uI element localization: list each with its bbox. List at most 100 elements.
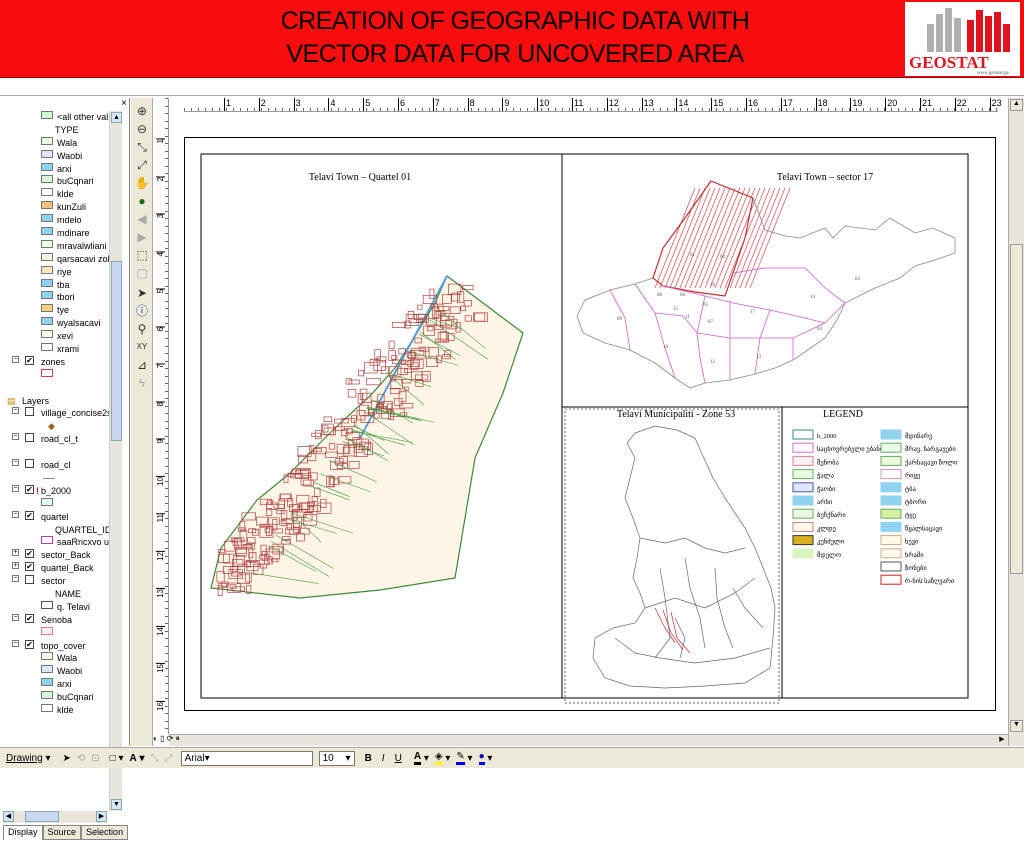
hscroll-thumb[interactable] xyxy=(25,811,59,822)
pan-hand-icon[interactable]: ✋ xyxy=(134,175,150,191)
expand-toggle[interactable]: − xyxy=(12,639,19,647)
expand-toggle[interactable]: − xyxy=(12,575,19,583)
layer-name[interactable]: quartel xyxy=(41,511,69,524)
new-text-tool[interactable]: A ▾ xyxy=(130,753,145,764)
layer-checkbox[interactable] xyxy=(25,575,34,585)
map-layout-canvas[interactable]: Telavi Town – Quartel 01 Telavi Town – s… xyxy=(185,138,997,712)
toc-layer-row[interactable]: − ✔! b_2000 xyxy=(3,484,109,498)
toc-layer-row[interactable]: − village_concise2s xyxy=(3,407,109,420)
rectangle-tool-icon[interactable]: □ ▾ xyxy=(110,753,124,764)
toc-layer-row[interactable]: − ✔ quartel xyxy=(3,510,109,524)
scroll-left-icon[interactable]: ◀ xyxy=(3,811,14,822)
fixed-zoom-in-icon[interactable]: ⤡ xyxy=(134,139,150,155)
expand-toggle[interactable]: − xyxy=(12,407,19,415)
toc-horizontal-scrollbar[interactable]: ◀ ▶ xyxy=(3,811,107,823)
layer-checkbox[interactable]: ✔ xyxy=(25,510,34,520)
layer-name[interactable]: road_cl xyxy=(41,459,71,472)
tab-source[interactable]: Source xyxy=(42,825,82,840)
pause-icon[interactable]: ⏸ xyxy=(176,734,180,743)
expand-toggle[interactable]: − xyxy=(12,510,19,518)
layer-checkbox[interactable] xyxy=(25,433,34,443)
scroll-thumb[interactable] xyxy=(111,261,122,441)
measure-icon[interactable]: ⊿ xyxy=(134,357,150,373)
bold-button[interactable]: B xyxy=(365,753,372,764)
layout-horizontal-scrollbar[interactable]: ▶ xyxy=(169,734,1008,746)
select-features-icon[interactable]: ⬚ xyxy=(134,247,150,263)
hyperlink-lightning-icon[interactable]: ϟ xyxy=(134,375,150,391)
expand-toggle[interactable]: − xyxy=(12,433,19,441)
toc-layer-row[interactable]: − road_cl_t xyxy=(3,433,109,446)
drawing-menu[interactable]: Drawing ▾ xyxy=(6,753,51,764)
full-extent-globe-icon[interactable]: ● xyxy=(134,193,150,209)
layout-page[interactable]: Telavi Town – Quartel 01 Telavi Town – s… xyxy=(184,137,996,711)
toc-layer-row[interactable]: − road_cl xyxy=(3,459,109,472)
zoom-whole-page-icon[interactable]: ⊡ xyxy=(91,753,99,764)
fixed-zoom-out-icon[interactable]: ⤢ xyxy=(134,157,150,173)
layout-vscroll-thumb[interactable] xyxy=(1010,244,1023,574)
italic-button[interactable]: I xyxy=(382,753,385,764)
zoom-out-icon[interactable]: ⊖ xyxy=(134,121,150,137)
clear-selection-icon[interactable]: ▢ xyxy=(134,265,150,281)
toc-layer-row[interactable]: + ✔ sector_Back xyxy=(3,549,109,562)
tab-display[interactable]: Display xyxy=(3,825,43,840)
find-binoculars-icon[interactable]: ⚲ xyxy=(134,321,150,337)
layer-name[interactable]: sector xyxy=(41,575,66,588)
scroll-right-icon[interactable]: ▶ xyxy=(96,811,107,822)
font-size-select[interactable]: 10 ▾ xyxy=(318,750,355,766)
expand-toggle[interactable]: − xyxy=(12,613,19,621)
layout-view-icon[interactable]: ▯ xyxy=(160,734,164,743)
toc-layer-row[interactable]: + ✔ quartel_Back xyxy=(3,562,109,575)
marker-color-icon[interactable]: ● ▾ xyxy=(478,751,492,765)
scroll-right-icon[interactable]: ▶ xyxy=(997,735,1007,746)
select-elements-icon[interactable]: ➤ xyxy=(63,753,71,764)
forward-arrow-icon[interactable]: ▶ xyxy=(134,229,150,245)
fill-color-icon[interactable]: ◈ ▾ xyxy=(434,751,450,765)
layout-view[interactable]: Telavi Town – Quartel 01 Telavi Town – s… xyxy=(169,112,1008,734)
layer-checkbox[interactable] xyxy=(25,407,34,417)
toc-layer-row[interactable]: − ✔ topo_cover xyxy=(3,639,109,653)
expand-toggle[interactable]: + xyxy=(12,549,19,557)
callout-icon[interactable]: ⤡ xyxy=(151,753,159,764)
layer-name[interactable]: road_cl_t xyxy=(41,433,78,446)
layer-checkbox[interactable]: ✔ xyxy=(25,549,34,559)
layer-checkbox[interactable]: ✔ xyxy=(25,484,34,494)
layer-name[interactable]: village_concise2s xyxy=(41,407,109,420)
zoom-in-icon[interactable]: ⊕ xyxy=(134,103,150,119)
layer-checkbox[interactable]: ✔ xyxy=(25,355,34,365)
layer-name[interactable]: zones xyxy=(41,356,65,369)
scroll-up-icon[interactable]: ▲ xyxy=(1010,99,1023,111)
layer-checkbox[interactable]: ✔ xyxy=(25,639,34,649)
layer-name[interactable]: b_2000 xyxy=(41,485,71,498)
layer-checkbox[interactable]: ✔ xyxy=(25,613,34,623)
expand-toggle[interactable]: + xyxy=(12,562,19,570)
layer-name[interactable]: sector_Back xyxy=(41,549,91,562)
expand-toggle[interactable]: − xyxy=(12,484,19,492)
toc-layer-row[interactable]: − ✔ Senoba xyxy=(3,613,109,627)
layer-checkbox[interactable] xyxy=(25,459,34,469)
identify-info-icon[interactable]: ⓘ xyxy=(134,303,150,319)
expand-toggle[interactable]: − xyxy=(12,355,19,363)
line-color-icon[interactable]: ✎ ▾ xyxy=(456,751,473,765)
toc-layer-row[interactable]: − sector xyxy=(3,575,109,588)
toc-vertical-scrollbar[interactable]: ▲ ▼ xyxy=(109,111,122,811)
font-name-select[interactable]: Arial ▾ xyxy=(180,750,313,766)
data-view-icon[interactable]: ◐ xyxy=(153,734,158,743)
data-frame-name[interactable]: Layers xyxy=(22,395,49,408)
rotate-icon[interactable]: ⟲ xyxy=(77,753,85,764)
scroll-up-icon[interactable]: ▲ xyxy=(111,112,122,123)
toc-layer-row[interactable]: − ✔ zones xyxy=(3,355,109,369)
font-color-icon[interactable]: A ▾ xyxy=(413,751,429,765)
tab-selection[interactable]: Selection xyxy=(81,825,129,840)
layer-name[interactable]: topo_cover xyxy=(41,640,86,653)
scroll-down-icon[interactable]: ▼ xyxy=(1010,720,1023,732)
scroll-down-icon[interactable]: ▼ xyxy=(111,799,122,810)
close-icon[interactable]: × xyxy=(121,98,127,109)
line-icon[interactable]: ⤢ xyxy=(165,753,173,764)
go-to-xy-icon[interactable]: XY xyxy=(134,339,150,355)
back-arrow-icon[interactable]: ◀ xyxy=(134,211,150,227)
layer-checkbox[interactable]: ✔ xyxy=(25,562,34,572)
layout-vertical-scrollbar[interactable]: ▲ ▼ xyxy=(1008,98,1024,746)
expand-toggle[interactable]: − xyxy=(12,459,19,467)
refresh-icon[interactable]: ⟳ xyxy=(167,734,174,743)
layer-name[interactable]: quartel_Back xyxy=(41,562,94,575)
